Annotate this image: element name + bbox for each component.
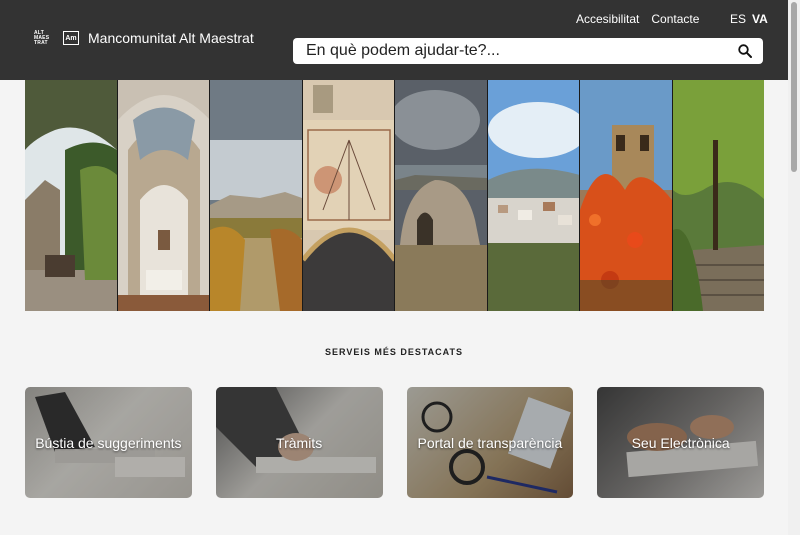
hero-panel-bell-tower-autumn [580,80,673,311]
hero-panel-stone-hut [395,80,488,311]
site-logo[interactable]: ALT MAES TRAT Am Mancomunitat Alt Maestr… [34,30,254,46]
lang-es[interactable]: ES [730,12,746,26]
service-card-suggestions[interactable]: Bústia de suggeriments [25,387,192,498]
site-header: ALT MAES TRAT Am Mancomunitat Alt Maestr… [0,0,788,80]
service-card-e-office[interactable]: Seu Electrònica [597,387,764,498]
nav-contact-link[interactable]: Contacte [651,12,699,26]
hero-panel-stone-arch-garden [25,80,118,311]
nav-accessibility-link[interactable]: Accesibilitat [576,12,639,26]
top-navigation: Accesibilitat Contacte [576,12,699,26]
language-switcher: ES VA [730,12,768,26]
search-bar [293,38,763,64]
services-section: SERVEIS MÉS DESTACATS Bústia de suggerim… [0,311,788,535]
service-card-label: Bústia de suggeriments [35,434,182,451]
hero-panel-sundial-facade [302,80,395,311]
search-icon[interactable] [737,43,753,59]
logo-text: ALT MAES TRAT [34,29,50,46]
hero-panel-village-landscape [210,80,303,311]
services-cards: Bústia de suggeriments Tràmits Portal de… [25,387,764,498]
service-card-label: Portal de transparència [417,434,563,451]
scrollbar-thumb[interactable] [791,2,797,172]
site-name: Mancomunitat Alt Maestrat [88,30,254,46]
hero-panel-church-interior [117,80,210,311]
hero-gallery [25,80,764,311]
logo-box: Am [63,31,79,45]
service-card-transparency[interactable]: Portal de transparència [406,387,574,498]
service-card-procedures[interactable]: Tràmits [215,387,383,498]
search-input[interactable] [306,42,737,60]
page-scrollbar[interactable] [788,0,800,535]
services-title: SERVEIS MÉS DESTACATS [324,347,464,357]
lang-va[interactable]: VA [752,12,768,26]
hero-panel-hilltop-village [487,80,580,311]
service-card-label: Tràmits [276,434,323,451]
logo-mark: ALT MAES TRAT Am [34,29,79,46]
hero-panel-stone-stairs-forest [672,80,764,311]
service-card-label: Seu Electrònica [631,434,730,451]
page: ALT MAES TRAT Am Mancomunitat Alt Maestr… [0,0,788,535]
